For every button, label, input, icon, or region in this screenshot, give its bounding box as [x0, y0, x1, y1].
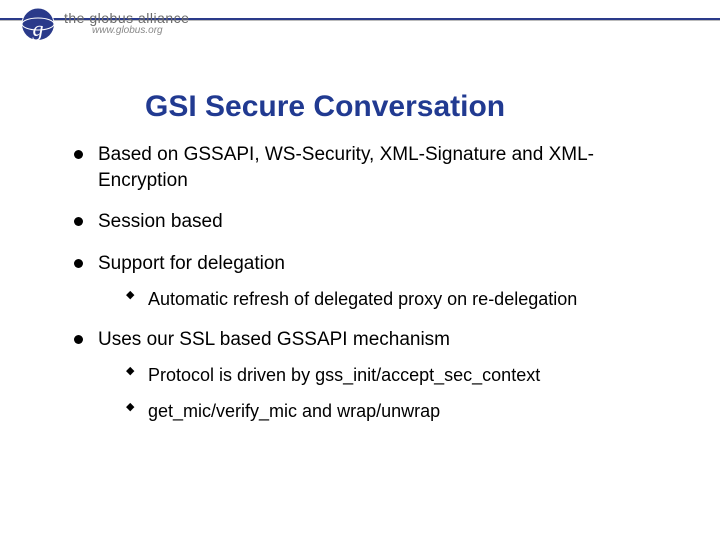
list-item: Uses our SSL based GSSAPI mechanism Prot… — [70, 327, 680, 423]
bullet-text: Uses our SSL based GSSAPI mechanism — [98, 329, 450, 350]
brand-logo: g the globus alliance www.globus.org — [18, 4, 189, 44]
brand-url: www.globus.org — [64, 25, 189, 37]
list-item: Session based — [70, 209, 680, 235]
list-item: Based on GSSAPI, WS-Security, XML-Signat… — [70, 142, 680, 193]
bullet-text: Session based — [98, 211, 223, 232]
sub-list-item: get_mic/verify_mic and wrap/unwrap — [124, 399, 680, 423]
sub-list-item: Protocol is driven by gss_init/accept_se… — [124, 363, 680, 387]
globus-icon: g — [18, 4, 58, 44]
brand-name: the globus alliance — [64, 11, 189, 25]
bullet-text: Based on GSSAPI, WS-Security, XML-Signat… — [98, 144, 594, 191]
sub-bullet-text: Protocol is driven by gss_init/accept_se… — [148, 365, 540, 385]
sub-list-item: Automatic refresh of delegated proxy on … — [124, 287, 680, 311]
svg-text:g: g — [33, 16, 44, 41]
sub-bullet-text: get_mic/verify_mic and wrap/unwrap — [148, 401, 440, 421]
sub-list: Protocol is driven by gss_init/accept_se… — [124, 363, 680, 424]
list-item: Support for delegation Automatic refresh… — [70, 251, 680, 311]
sub-list: Automatic refresh of delegated proxy on … — [124, 287, 680, 311]
sub-bullet-text: Automatic refresh of delegated proxy on … — [148, 289, 577, 309]
bullet-text: Support for delegation — [98, 253, 285, 274]
slide-title: GSI Secure Conversation — [145, 90, 720, 124]
slide-header: g the globus alliance www.globus.org — [0, 0, 720, 60]
bullet-list: Based on GSSAPI, WS-Security, XML-Signat… — [70, 142, 680, 423]
